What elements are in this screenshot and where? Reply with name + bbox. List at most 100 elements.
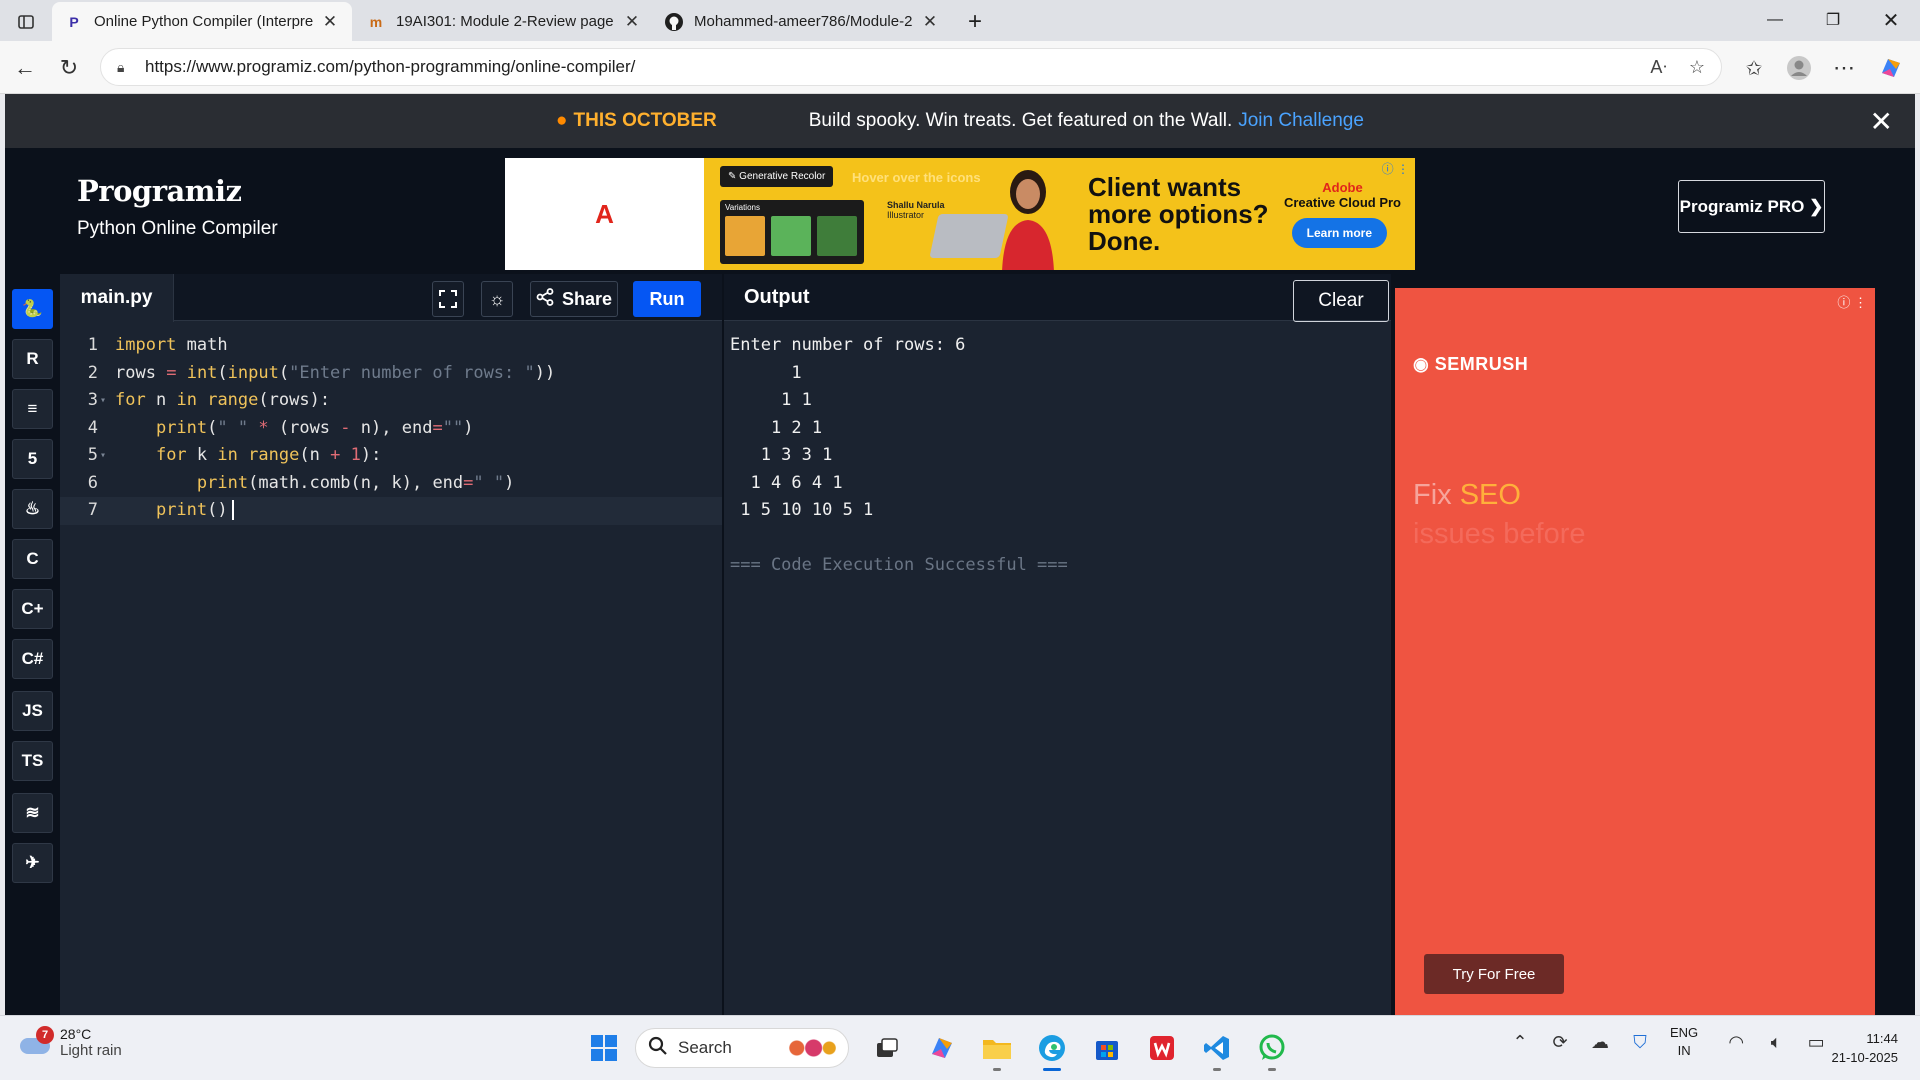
code-line[interactable]: 2 rows = int(input("Enter number of rows:… (60, 360, 723, 388)
more-menu-icon[interactable]: ⋯ (1827, 51, 1861, 85)
onedrive-icon[interactable]: ☁ (1580, 1032, 1620, 1053)
close-tab-icon[interactable]: ✕ (622, 12, 642, 32)
html-icon[interactable]: 5 (12, 439, 53, 479)
theme-toggle-icon[interactable]: ☼ (481, 281, 513, 317)
java-icon[interactable]: ♨ (12, 489, 53, 529)
address-bar: ← ↻ 🔒︎ https://www.programiz.com/python-… (0, 41, 1920, 94)
fold-arrow-icon[interactable]: ▾ (100, 387, 106, 415)
file-explorer-icon[interactable] (973, 1024, 1021, 1072)
time: 11:44 (1866, 1031, 1898, 1046)
text-caret (231, 500, 234, 520)
js-icon[interactable]: JS (12, 691, 53, 731)
c-icon[interactable]: C (12, 539, 53, 579)
search-placeholder: Search (678, 1038, 732, 1057)
url-field[interactable]: 🔒︎ https://www.programiz.com/python-prog… (100, 48, 1722, 86)
tab-title: Online Python Compiler (Interpre (94, 13, 314, 30)
copilot-icon[interactable] (1874, 51, 1908, 85)
join-challenge-link[interactable]: Join Challenge (1238, 110, 1364, 132)
csharp-icon[interactable]: C# (12, 639, 53, 679)
volume-icon[interactable]: 🔈︎ (1756, 1032, 1796, 1053)
language-indicator[interactable]: ENG IN (1670, 1024, 1698, 1060)
code-line[interactable]: 5 ▾ for k in range(n + 1): (60, 442, 723, 470)
favorites-icon[interactable]: ✩ (1737, 51, 1771, 85)
taskbar-search[interactable]: Search (635, 1028, 849, 1068)
close-promo-icon[interactable]: ✕ (1870, 105, 1893, 138)
promo-highlight: THIS OCTOBER (573, 110, 717, 131)
security-shield-icon[interactable]: ⛉ (1620, 1032, 1660, 1053)
clock[interactable]: 11:44 21-10-2025 (1832, 1029, 1899, 1067)
back-icon[interactable]: ← (8, 51, 42, 85)
page-subtitle: Python Online Compiler (77, 218, 278, 239)
code-line[interactable]: 6 print(math.comb(n, k), end=" ") (60, 470, 723, 498)
wifi-icon[interactable]: ◠ (1716, 1032, 1756, 1053)
tab-programiz[interactable]: P Online Python Compiler (Interpre ✕ (52, 2, 352, 41)
programiz-logo[interactable]: Programiz Python Online Compiler (77, 174, 278, 240)
copilot-app-icon[interactable] (918, 1024, 966, 1072)
close-tab-icon[interactable]: ✕ (920, 12, 940, 32)
sync-icon[interactable]: ⟳ (1540, 1032, 1580, 1053)
code-text: import math (115, 335, 228, 355)
code-line[interactable]: 7 print() (60, 497, 723, 525)
close-window-icon[interactable]: ✕ (1863, 0, 1919, 40)
file-tab-main[interactable]: main.py (60, 274, 174, 322)
code-text: print() (115, 497, 234, 525)
microsoft-store-icon[interactable] (1083, 1024, 1131, 1072)
restore-icon[interactable]: ❐ (1805, 0, 1861, 40)
close-tab-icon[interactable]: ✕ (320, 12, 340, 32)
fullscreen-icon[interactable] (432, 281, 464, 317)
ad-left-panel: A (505, 158, 704, 270)
python-icon[interactable]: 🐍 (12, 289, 53, 329)
code-text: rows = int(input("Enter number of rows: … (115, 362, 556, 383)
output-console[interactable]: Enter number of rows: 6 1 1 1 1 2 1 1 3 … (730, 332, 1068, 580)
banner-ad[interactable]: A ✎ Generative Recolor Variations Hover … (505, 158, 1415, 270)
battery-icon[interactable]: ▭ (1796, 1032, 1836, 1053)
headline-highlight: SEO (1459, 479, 1521, 511)
swift-icon[interactable]: ✈ (12, 843, 53, 883)
minimize-icon[interactable]: — (1747, 0, 1803, 40)
edge-browser-icon[interactable] (1028, 1024, 1076, 1072)
ts-icon[interactable]: TS (12, 741, 53, 781)
cpp-icon[interactable]: C+ (12, 589, 53, 629)
fold-arrow-icon[interactable]: ▾ (100, 442, 106, 470)
profile-avatar[interactable] (1782, 51, 1816, 85)
tab-title: 19AI301: Module 2-Review page (396, 13, 614, 30)
programiz-pro-button[interactable]: Programiz PRO ❯ (1678, 180, 1825, 233)
ad-info-icon[interactable]: ⓘ ⋮ (1382, 160, 1409, 177)
go-icon[interactable]: ≋ (12, 793, 53, 833)
try-for-free-button[interactable]: Try For Free (1424, 954, 1564, 994)
windows-start-icon[interactable] (580, 1024, 628, 1072)
tab-github[interactable]: Mohammed-ameer786/Module-2 ✕ (652, 2, 952, 41)
new-tab-icon[interactable]: + (958, 2, 992, 41)
read-aloud-icon[interactable]: Aᐧ (1650, 57, 1667, 78)
code-line[interactable]: 4 print(" " * (rows - n), end="") (60, 415, 723, 443)
taskbar-apps: Search (580, 1024, 1303, 1072)
refresh-icon[interactable]: ↻ (52, 51, 86, 85)
code-line[interactable]: 1 import math (60, 332, 723, 360)
run-button[interactable]: Run (633, 281, 701, 317)
wps-office-icon[interactable] (1138, 1024, 1186, 1072)
task-view-icon[interactable] (863, 1024, 911, 1072)
weather-widget[interactable]: 7 28°C Light rain (18, 1025, 122, 1059)
generative-recolor-tag: ✎ Generative Recolor (720, 166, 834, 187)
output-line: === Code Execution Successful === (730, 555, 1068, 575)
favorite-star-icon[interactable]: ☆ (1689, 57, 1705, 78)
tab-module-review[interactable]: m 19AI301: Module 2-Review page ✕ (354, 2, 654, 41)
learn-more-button[interactable]: Learn more (1291, 218, 1387, 248)
semrush-ad[interactable]: ⓘ ⋮ ◉ SEMRUSH Fix SEO issues before Try … (1395, 288, 1875, 1015)
show-hidden-icons-icon[interactable]: ⌃ (1500, 1032, 1540, 1053)
output-line: 1 (730, 362, 802, 383)
variation-thumb (817, 216, 857, 256)
clear-button[interactable]: Clear (1293, 280, 1389, 322)
code-area[interactable]: 1 import math 2 rows = int(input("Enter num… (60, 332, 723, 525)
headline-line: more options? (1088, 199, 1269, 229)
ad-info-icon[interactable]: ⓘ ⋮ (1837, 292, 1867, 311)
diwali-decoration-icon (780, 1037, 836, 1059)
share-button[interactable]: Share (530, 281, 618, 317)
tab-actions-icon[interactable] (8, 2, 44, 41)
url-text: https://www.programiz.com/python-program… (145, 57, 636, 76)
sql-icon[interactable]: ≡ (12, 389, 53, 429)
code-line[interactable]: 3 ▾ for n in range(rows): (60, 387, 723, 415)
whatsapp-icon[interactable] (1248, 1024, 1296, 1072)
vscode-icon[interactable] (1193, 1024, 1241, 1072)
r-icon[interactable]: R (12, 339, 53, 379)
